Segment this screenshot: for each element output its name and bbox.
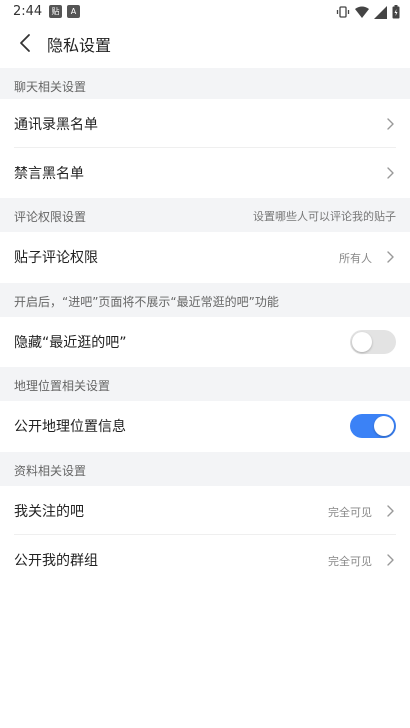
row-label: 公开地理位置信息 [14,419,126,435]
wifi-icon [355,6,369,18]
back-arrow-icon [20,34,30,52]
row-followed-bars[interactable]: 我关注的吧 完全可见 [0,486,410,536]
app-notification-icon: A [67,5,80,18]
chevron-right-icon [387,118,394,130]
section-chat: 聊天相关设置 [0,68,410,102]
nav-bar: 隐私设置 [0,24,410,62]
section-recent-bars: 开启后，“进吧”页面将不展示“最近常逛的吧”功能 [0,283,410,317]
row-label: 通讯录黑名单 [14,117,98,133]
section-title: 开启后，“进吧”页面将不展示“最近常逛的吧”功能 [14,295,279,309]
row-label: 禁言黑名单 [14,166,84,182]
chevron-right-icon [387,554,394,566]
row-label: 公开我的群组 [14,553,98,569]
section-comment-permission: 评论权限设置 设置哪些人可以评论我的贴子 [0,198,410,232]
chevron-right-icon [387,251,394,263]
tieba-notification-icon: 贴 [49,5,62,18]
toggle-knob [374,416,394,436]
signal-icon [374,5,387,19]
row-label: 隐藏“最近逛的吧” [14,335,127,351]
row-label: 贴子评论权限 [14,250,98,266]
row-public-groups[interactable]: 公开我的群组 完全可见 [0,535,410,585]
row-label: 我关注的吧 [14,504,84,520]
section-title: 聊天相关设置 [14,80,87,94]
row-mute-blacklist[interactable]: 禁言黑名单 [0,148,410,198]
row-public-location: 公开地理位置信息 [0,401,410,451]
row-contacts-blacklist[interactable]: 通讯录黑名单 [0,99,410,149]
section-profile: 资料相关设置 [0,452,410,486]
battery-icon [392,5,400,19]
status-indicators [336,5,400,19]
public-location-toggle[interactable] [350,414,396,438]
hide-recent-bars-toggle[interactable] [350,330,396,354]
chevron-right-icon [387,167,394,179]
status-bar: 2:44 贴 A [0,0,410,24]
section-title: 评论权限设置 [14,210,87,224]
section-title: 地理位置相关设置 [14,379,111,393]
row-hide-recent-bars: 隐藏“最近逛的吧” [0,317,410,367]
row-value: 完全可见 [328,506,372,519]
chevron-right-icon [387,505,394,517]
section-hint: 设置哪些人可以评论我的贴子 [253,210,396,223]
vibrate-icon [336,6,350,18]
section-location: 地理位置相关设置 [0,367,410,401]
page-title: 隐私设置 [47,36,112,55]
status-time: 2:44 [13,4,43,19]
toggle-knob [352,332,372,352]
row-post-comment-permission[interactable]: 贴子评论权限 所有人 [0,232,410,282]
row-value: 完全可见 [328,555,372,568]
row-value: 所有人 [339,252,372,265]
back-button[interactable] [10,28,40,58]
section-title: 资料相关设置 [14,464,87,478]
